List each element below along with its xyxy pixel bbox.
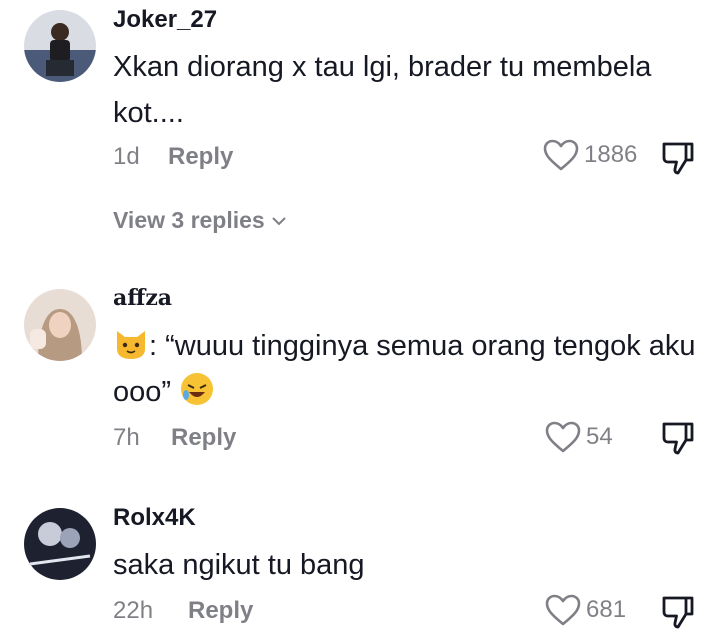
chevron-down-icon: [272, 216, 286, 225]
thumbs-down-icon[interactable]: [660, 140, 696, 176]
comment-username[interactable]: Joker_27: [113, 6, 217, 34]
thumbs-down-icon[interactable]: [660, 420, 696, 456]
like-button[interactable]: 1886: [542, 138, 637, 172]
heart-outline-icon: [545, 421, 581, 453]
comment-age: 22h: [113, 597, 154, 624]
like-button[interactable]: 54: [544, 420, 613, 454]
comment-username[interactable]: affza: [113, 285, 172, 311]
comment-age: 7h: [113, 424, 140, 451]
avatar-photo: [24, 289, 96, 361]
comment-text: Xkan diorang x tau lgi, brader tu membel…: [113, 51, 652, 129]
view-replies-button[interactable]: View 3 replies: [113, 207, 287, 234]
reply-button[interactable]: Reply: [188, 597, 253, 625]
like-count: 1886: [584, 141, 638, 168]
avatar-photo: [24, 10, 96, 82]
reply-button[interactable]: Reply: [168, 143, 233, 171]
like-count: 54: [586, 423, 613, 450]
like-count: 681: [586, 596, 627, 623]
comment-text: : “wuuu tingginya semua orang tengok aku…: [113, 323, 703, 415]
cat-face-emoji: [117, 331, 145, 359]
reply-button[interactable]: Reply: [171, 424, 236, 452]
avatar-photo: [24, 508, 96, 580]
avatar[interactable]: [24, 10, 96, 82]
comment-text: saka ngikut tu bang: [113, 549, 365, 581]
rolling-laughing-emoji: [181, 373, 214, 405]
comment-username[interactable]: Rolx4K: [113, 504, 196, 532]
avatar[interactable]: [24, 289, 96, 361]
heart-outline-icon: [543, 139, 579, 171]
comment-age: 1d: [113, 143, 140, 170]
heart-outline-icon: [545, 594, 581, 626]
like-button[interactable]: 681: [544, 593, 626, 627]
avatar[interactable]: [24, 508, 96, 580]
thumbs-down-icon[interactable]: [660, 594, 696, 630]
view-replies-label: View 3 replies: [113, 207, 265, 233]
